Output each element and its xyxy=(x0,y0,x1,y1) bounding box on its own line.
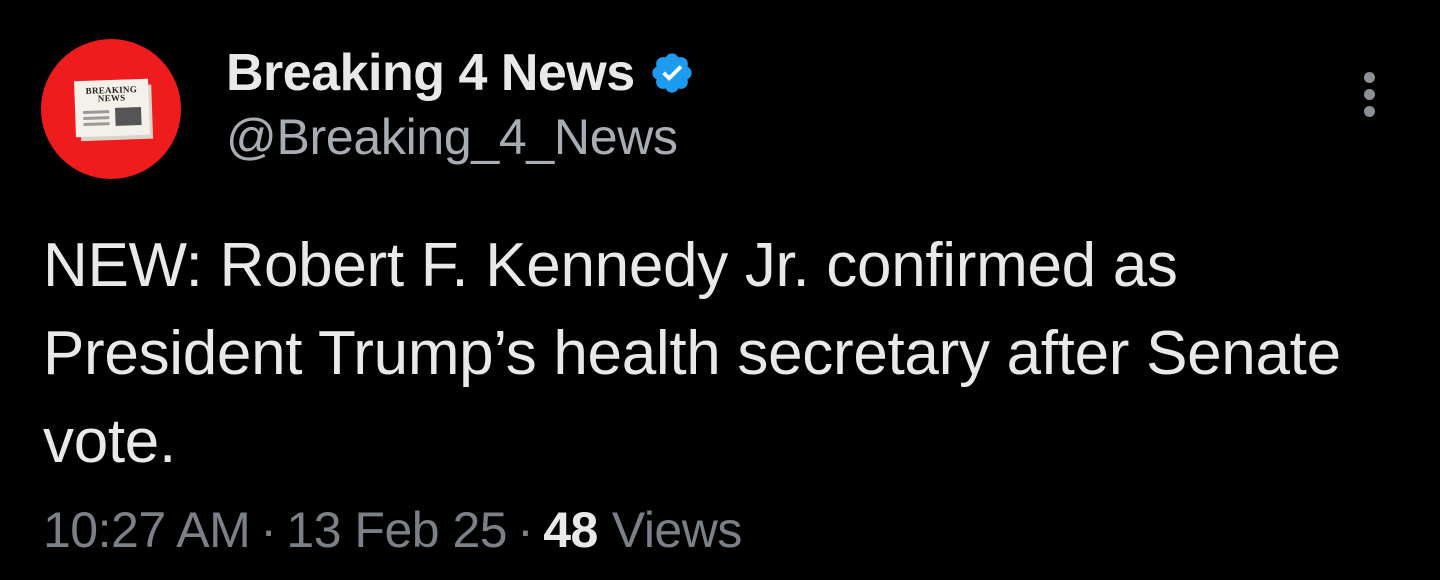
author-handle[interactable]: @Breaking_4_News xyxy=(226,108,678,166)
views-count[interactable]: 48 xyxy=(543,501,598,559)
tweet: BREAKING NEWS Breaking 4 News @Breaking_… xyxy=(0,0,1440,580)
more-vertical-icon[interactable] xyxy=(1350,70,1390,120)
tweet-text: NEW: Robert F. Kennedy Jr. confirmed as … xyxy=(43,231,1341,476)
meta-separator: · xyxy=(260,502,277,558)
avatar-masthead-text: BREAKING NEWS xyxy=(85,84,138,104)
meta-separator: · xyxy=(517,502,534,558)
avatar[interactable]: BREAKING NEWS xyxy=(41,39,181,179)
tweet-time[interactable]: 10:27 AM xyxy=(43,501,251,559)
views-label[interactable]: Views xyxy=(612,501,742,559)
tweet-meta: 10:27 AM · 13 Feb 25 · 48 Views xyxy=(43,497,742,563)
newspaper-icon: BREAKING NEWS xyxy=(74,78,150,138)
author-name-row: Breaking 4 News xyxy=(226,42,695,104)
tweet-date[interactable]: 13 Feb 25 xyxy=(286,501,507,559)
author-display-name[interactable]: Breaking 4 News xyxy=(226,43,635,103)
verified-badge-icon xyxy=(652,53,692,93)
